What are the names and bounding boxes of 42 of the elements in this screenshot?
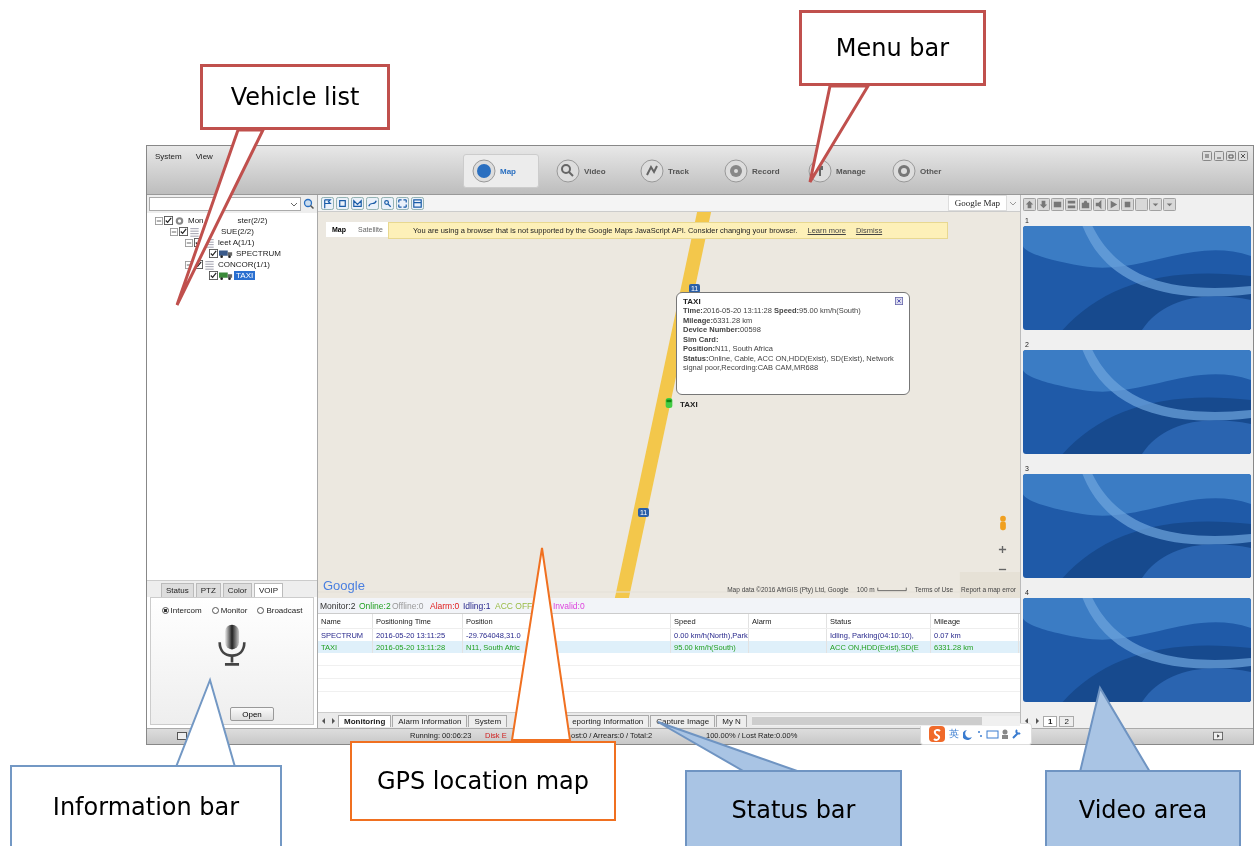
tree-item-label[interactable]: Mon	[186, 216, 206, 225]
tree-item-label[interactable]: SUE(2/2)	[219, 227, 256, 236]
tree-item-label[interactable]: leet A(1/1)	[216, 238, 257, 247]
panel-tab[interactable]: PTZ	[195, 583, 221, 597]
nav-button[interactable]: Track	[631, 154, 707, 188]
bottom-tab[interactable]: My N	[716, 714, 747, 727]
status-counter: Monitor:2	[320, 600, 356, 611]
menu-item[interactable]: View	[195, 152, 213, 161]
nav-button[interactable]: Other	[883, 154, 959, 188]
status-counter: Invalid:0	[553, 600, 585, 611]
bottom-tab[interactable]: eporting Information	[566, 714, 650, 727]
radio-option[interactable]: Intercom	[161, 606, 202, 615]
panel-tab[interactable]: Status	[161, 583, 194, 597]
bottom-tab[interactable]: System	[468, 714, 508, 727]
bottom-tab[interactable]: Alarm Information	[392, 714, 468, 727]
page-tab[interactable]: 2	[1059, 715, 1074, 727]
nav-button[interactable]: Map	[463, 154, 539, 188]
callout-label: GPS location map	[350, 741, 616, 821]
map-type-dropdown[interactable]: Google Map	[947, 195, 1007, 211]
marker-label: TAXI	[680, 400, 698, 409]
radio-option[interactable]: Monitor	[211, 606, 248, 615]
panel-tab[interactable]: Color	[222, 583, 252, 597]
nav-button[interactable]: Video	[547, 154, 623, 188]
popup-title: TAXI	[683, 297, 701, 306]
status-counter: Alarm:0	[430, 600, 460, 611]
tree-item-label[interactable]: ster(2/2)	[235, 216, 270, 225]
panel-tab[interactable]: VOIP	[253, 583, 284, 597]
nav-button[interactable]: Record	[715, 154, 791, 188]
tree-item-label[interactable]: CONCOR(1/1)	[216, 260, 272, 269]
page-tab[interactable]: 1	[1043, 715, 1058, 727]
status-counter: Online:2	[359, 600, 391, 611]
tree-item-label[interactable]: TAXI	[234, 271, 256, 280]
status-counter: Offline:0	[392, 600, 424, 611]
status-counter: Idling:1	[463, 600, 491, 611]
open-button[interactable]: Open	[230, 707, 274, 721]
language-indicator[interactable]: 英	[949, 727, 959, 741]
menu-item[interactable]: System	[155, 152, 182, 161]
radio-option[interactable]: Broadcast	[257, 606, 303, 615]
tree-item-label[interactable]: SPECTRUM	[234, 249, 283, 258]
bottom-tab[interactable]: Monitoring	[338, 714, 392, 727]
map-logo: Google	[323, 578, 365, 593]
callout-label: Vehicle list	[200, 64, 390, 130]
